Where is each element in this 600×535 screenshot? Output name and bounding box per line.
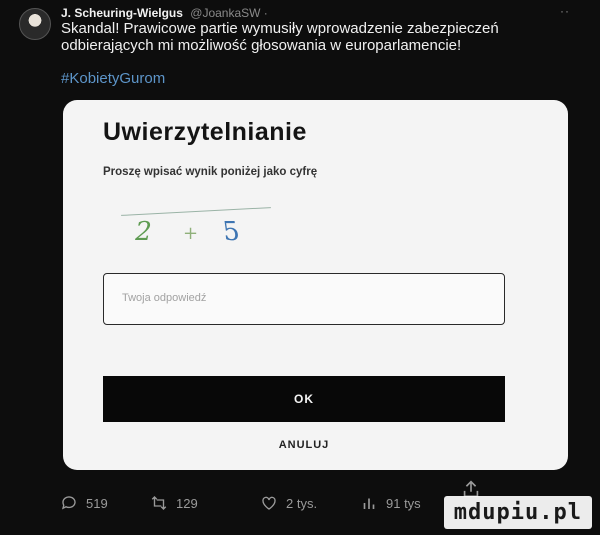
retweet-icon [151, 496, 167, 510]
like-count: 2 tys. [286, 495, 318, 511]
views-count: 91 tys [386, 495, 421, 511]
more-options-icon[interactable]: ·· [560, 4, 570, 18]
dialog-instruction: Proszę wpisać wynik poniżej jako cyfrę [103, 166, 318, 178]
ok-button[interactable]: OK [103, 376, 505, 422]
answer-input[interactable] [104, 274, 500, 322]
tweet-author: J. Scheuring-Wielgus @JoankaSW · [61, 6, 268, 20]
views-button[interactable]: 91 tys [360, 494, 421, 512]
reply-button[interactable]: 519 [60, 494, 108, 512]
retweet-button[interactable]: 129 [150, 494, 198, 512]
author-handle[interactable]: @JoankaSW · [190, 6, 268, 20]
heart-icon [262, 496, 276, 510]
captcha-image: 2 + 5 [113, 205, 283, 255]
watermark-logo: mdupiu.pl [443, 496, 592, 529]
reply-icon [61, 496, 76, 510]
answer-field[interactable] [103, 273, 505, 325]
captcha-operator: + [183, 223, 199, 244]
captcha-noise-line [121, 207, 271, 216]
like-button[interactable]: 2 tys. [260, 494, 317, 512]
dialog-title: Uwierzytelnianie [103, 118, 307, 146]
cancel-button[interactable]: ANULUJ [103, 439, 505, 451]
captcha-digit-1: 2 [131, 217, 155, 247]
author-name[interactable]: J. Scheuring-Wielgus [61, 6, 183, 20]
tweet-text: Skandal! Prawicowe partie wymusiły wprow… [61, 20, 499, 54]
retweet-count: 129 [176, 495, 198, 511]
reply-count: 519 [86, 495, 108, 511]
author-avatar[interactable] [19, 8, 51, 40]
bar-chart-icon [363, 498, 375, 509]
hashtag-link[interactable]: #KobietyGurom [61, 70, 165, 87]
captcha-digit-2: 5 [220, 217, 242, 247]
auth-dialog: Uwierzytelnianie Proszę wpisać wynik pon… [63, 100, 568, 470]
